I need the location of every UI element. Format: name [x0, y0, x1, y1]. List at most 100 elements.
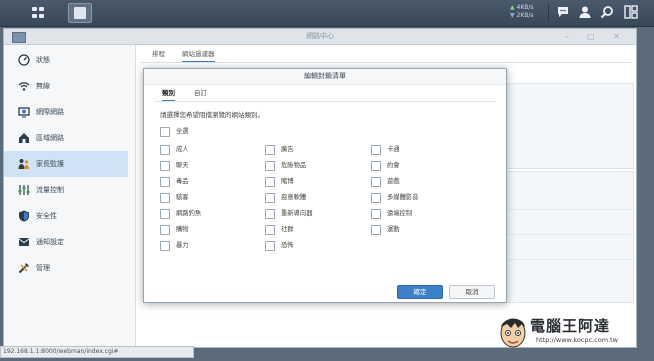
category-checkbox[interactable]	[160, 145, 170, 155]
tab-category[interactable]: 類別	[162, 87, 175, 102]
category-checkbox[interactable]	[371, 161, 381, 171]
watermark-text: 電腦王阿達	[530, 317, 611, 335]
watermark-url: http://www.kocpc.com.tw	[536, 336, 618, 344]
ok-button[interactable]: 確定	[397, 285, 443, 299]
site-watermark: 電腦王阿達 http://www.kocpc.com.tw	[490, 305, 650, 357]
widgets-icon[interactable]	[624, 5, 638, 19]
category-label: 社群	[281, 226, 294, 233]
category-label: 約會	[387, 162, 400, 169]
category-checkbox[interactable]	[265, 225, 275, 235]
category-label: 毒品	[176, 178, 189, 185]
category-checkbox[interactable]	[371, 193, 381, 203]
browser-status-bar: 192.168.1.1:8000/webman/index.cgi#	[0, 346, 194, 358]
window-title: 網路中心	[306, 32, 334, 40]
category-checkbox[interactable]	[265, 241, 275, 251]
taskbar-divider	[548, 4, 549, 22]
sidebar-item-lan[interactable]: 區域網路	[4, 125, 128, 151]
category-checkbox[interactable]	[371, 209, 381, 219]
category-checkbox[interactable]	[265, 145, 275, 155]
tab-schedule[interactable]: 排程	[152, 48, 165, 58]
dialog-tab-divider	[154, 101, 496, 102]
instruction-text: 請選擇您希望阻擋瀏覽的網站類別。	[160, 111, 264, 119]
content-tab-divider	[140, 62, 632, 63]
traffic-control-icon	[18, 185, 30, 195]
dialog-title: 編輯封鎖清單	[144, 69, 506, 85]
window-controls[interactable]: – □ ✕	[565, 29, 628, 44]
wifi-icon	[18, 82, 30, 91]
category-checkbox[interactable]	[160, 161, 170, 171]
category-checkbox[interactable]	[160, 225, 170, 235]
category-label: 聊天	[176, 162, 189, 169]
sidebar-item-security[interactable]: 安全性	[4, 203, 128, 229]
category-label: 危險物品	[281, 162, 307, 169]
select-all-checkbox[interactable]	[160, 127, 170, 137]
upload-speed: 4KB/s	[516, 4, 534, 11]
category-checkbox[interactable]	[265, 177, 275, 187]
sidebar-item-internet[interactable]: 網際網路	[4, 99, 128, 125]
category-label: 網路釣魚	[176, 210, 202, 217]
sidebar-item-label: 通知設定	[36, 238, 64, 246]
sidebar-item-notification[interactable]: 通知設定	[4, 229, 128, 255]
sidebar-item-status[interactable]: 狀態	[4, 47, 128, 73]
category-label: 購物	[176, 226, 189, 233]
globe-icon	[18, 107, 30, 118]
sidebar-item-label: 無線	[36, 82, 50, 90]
category-label: 卡通	[387, 146, 400, 153]
main-menu-button[interactable]	[28, 3, 50, 23]
speedometer-icon	[18, 54, 30, 66]
category-label: 遠端控制	[387, 210, 413, 217]
category-checkbox[interactable]	[160, 193, 170, 203]
network-speed: ▲ 4KB/s ▼ 2KB/s	[510, 4, 534, 19]
home-network-icon	[19, 133, 29, 143]
family-icon	[18, 159, 29, 169]
mascot-logo	[500, 318, 526, 348]
control-panel-app-icon	[74, 7, 86, 19]
notification-icon	[18, 238, 30, 246]
tab-web-filter[interactable]: 網站過濾器	[182, 48, 215, 63]
category-checkbox[interactable]	[265, 161, 275, 171]
sidebar-item-traffic-control[interactable]: 流量控制	[4, 177, 128, 203]
category-checkbox[interactable]	[265, 209, 275, 219]
tab-custom[interactable]: 自訂	[194, 87, 207, 97]
category-label: 賭博	[281, 178, 294, 185]
category-label: 多媒體影音	[387, 194, 419, 201]
notification-chat-icon[interactable]	[556, 5, 570, 19]
category-label: 運動	[387, 226, 400, 233]
sidebar-item-parental-control[interactable]: 家長監護	[4, 151, 128, 177]
sidebar-item-label: 流量控制	[36, 186, 64, 194]
category-checkbox[interactable]	[160, 209, 170, 219]
cancel-button[interactable]: 取消	[449, 285, 495, 299]
category-label: 駭客	[176, 194, 189, 201]
category-label: 成人	[176, 146, 189, 153]
tools-icon	[18, 263, 29, 274]
category-checkbox[interactable]	[160, 177, 170, 187]
category-label: 重新導向器	[281, 210, 313, 217]
taskbar: ▲ 4KB/s ▼ 2KB/s	[0, 0, 654, 27]
search-icon[interactable]	[600, 5, 614, 19]
sidebar-item-management[interactable]: 管理	[4, 255, 128, 281]
sidebar-item-label: 家長監護	[36, 160, 64, 168]
window-titlebar[interactable]: 網路中心 – □ ✕	[4, 29, 636, 45]
category-checkbox[interactable]	[371, 225, 381, 235]
shield-icon	[19, 210, 29, 222]
window-app-icon	[12, 32, 26, 43]
sidebar: 狀態 無線 網際網路 區域網路 家長監護 流量控制 安全性 通知設定 管理	[4, 45, 136, 347]
category-checkbox[interactable]	[371, 145, 381, 155]
category-label: 恐怖	[281, 242, 294, 249]
sidebar-item-label: 安全性	[36, 212, 57, 220]
category-label: 遊戲	[387, 178, 400, 185]
category-label: 惡意軟體	[281, 194, 307, 201]
user-icon[interactable]	[578, 5, 592, 19]
sidebar-item-label: 區域網路	[36, 134, 64, 142]
edit-blocklist-dialog: 編輯封鎖清單 類別 自訂 請選擇您希望阻擋瀏覽的網站類別。 全選 成人 廣告 卡通聊…	[143, 68, 507, 303]
control-panel-taskbar-button[interactable]	[68, 3, 92, 23]
category-checkbox[interactable]	[160, 241, 170, 251]
category-checkbox[interactable]	[371, 177, 381, 187]
download-speed: 2KB/s	[516, 12, 534, 19]
select-all-label: 全選	[176, 128, 189, 135]
category-label: 暴力	[176, 242, 189, 249]
sidebar-item-label: 管理	[36, 264, 50, 272]
sidebar-item-label: 狀態	[36, 56, 50, 64]
category-checkbox[interactable]	[265, 193, 275, 203]
sidebar-item-wireless[interactable]: 無線	[4, 73, 128, 99]
